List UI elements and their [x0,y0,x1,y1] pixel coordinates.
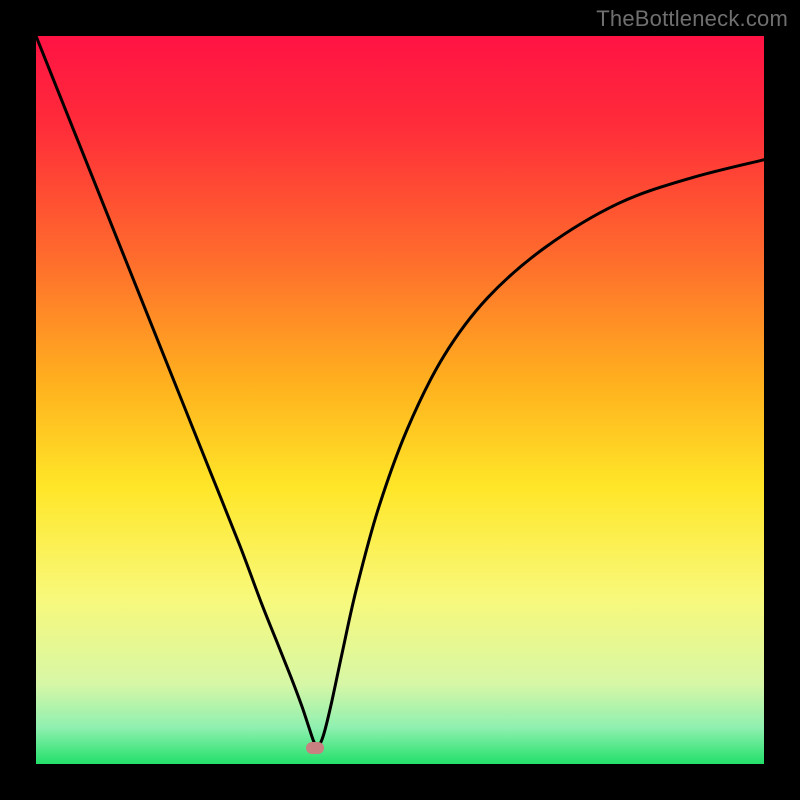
curve-layer [36,36,764,764]
bottleneck-curve [36,36,764,746]
chart-frame: TheBottleneck.com [0,0,800,800]
optimum-marker [306,742,324,754]
watermark-text: TheBottleneck.com [596,6,788,32]
plot-area [36,36,764,764]
